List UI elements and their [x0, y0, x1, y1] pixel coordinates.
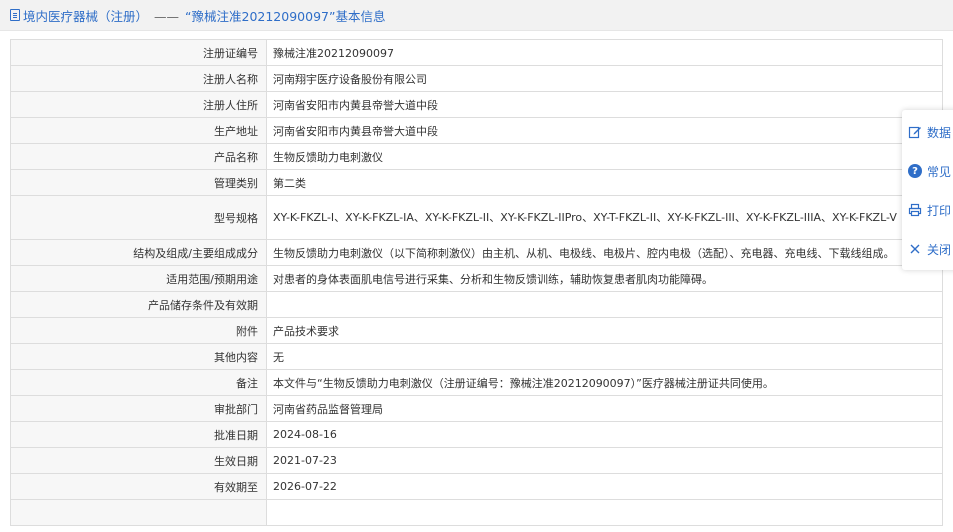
row-value: 2024-08-16 — [266, 421, 943, 448]
row-value: 生物反馈助力电刺激仪（以下简称刺激仪）由主机、从机、电极线、电极片、腔内电极（选… — [266, 239, 943, 266]
table-row: 适用范围/预期用途 对患者的身体表面肌电信号进行采集、分析和生物反馈训练，辅助恢复… — [10, 265, 943, 292]
row-value: 2021-07-23 — [266, 447, 943, 474]
table-row: 生效日期 2021-07-23 — [10, 447, 943, 474]
table-row: 产品名称 生物反馈助力电刺激仪 — [10, 143, 943, 170]
table-row: 产品储存条件及有效期 — [10, 291, 943, 318]
row-label: 管理类别 — [10, 169, 267, 196]
row-value: 生物反馈助力电刺激仪 — [266, 143, 943, 170]
row-value: 河南省安阳市内黄县帝誉大道中段 — [266, 117, 943, 144]
print-button[interactable]: 打印 — [902, 190, 953, 230]
row-label: 结构及组成/主要组成成分 — [10, 239, 267, 266]
table-row: 结构及组成/主要组成成分 生物反馈助力电刺激仪（以下简称刺激仪）由主机、从机、电极… — [10, 239, 943, 266]
table-row: 注册证编号 豫械注准20212090097 — [10, 39, 943, 66]
faq-button[interactable]: ? 常见 — [902, 151, 953, 191]
row-label: 批准日期 — [10, 421, 267, 448]
row-label: 适用范围/预期用途 — [10, 265, 267, 292]
row-label: 备注 — [10, 369, 267, 396]
row-value: 第二类 — [266, 169, 943, 196]
record-title: “豫械注准20212090097”基本信息 — [185, 8, 386, 24]
edit-icon — [908, 125, 922, 139]
table-row: 生产地址 河南省安阳市内黄县帝誉大道中段 — [10, 117, 943, 144]
faq-button-label: 常见 — [927, 164, 952, 179]
row-label: 有效期至 — [10, 473, 267, 500]
table-row: 审批部门 河南省药品监督管理局 — [10, 395, 943, 422]
table-row: 型号规格 XY-K-FKZL-I、XY-K-FKZL-IA、XY-K-FKZL-I… — [10, 195, 943, 240]
row-label: 生产地址 — [10, 117, 267, 144]
row-label: 注册人名称 — [10, 65, 267, 92]
title-separator: —— — [154, 8, 180, 24]
page-header: 境内医疗器械（注册） —— “豫械注准20212090097”基本信息 — [0, 0, 953, 31]
print-button-label: 打印 — [927, 203, 952, 218]
row-value — [266, 499, 943, 526]
table-row: 其他内容无 — [10, 343, 943, 370]
row-value: 本文件与“生物反馈助力电刺激仪（注册证编号：豫械注准20212090097）”医… — [266, 369, 943, 396]
row-value — [266, 291, 943, 318]
row-label: 生效日期 — [10, 447, 267, 474]
row-value: 2026-07-22 — [266, 473, 943, 500]
table-row: 管理类别 第二类 — [10, 169, 943, 196]
page-title: 境内医疗器械（注册） —— “豫械注准20212090097”基本信息 — [23, 6, 385, 25]
row-label: 其他内容 — [10, 343, 267, 370]
floating-toolbar: 数据 ? 常见 打印 关闭 — [902, 110, 953, 270]
row-value: 无 — [266, 343, 943, 370]
close-icon — [908, 242, 922, 256]
row-label: 产品储存条件及有效期 — [10, 291, 267, 318]
help-icon: ? — [908, 164, 922, 178]
document-icon — [10, 9, 20, 21]
print-icon — [908, 203, 922, 217]
row-value: 河南省安阳市内黄县帝誉大道中段 — [266, 91, 943, 118]
table-row: 注册人名称 河南翔宇医疗设备股份有限公司 — [10, 65, 943, 92]
close-button-label: 关闭 — [927, 242, 952, 257]
table-row: 批准日期 2024-08-16 — [10, 421, 943, 448]
row-label: 注册人住所 — [10, 91, 267, 118]
table-row: 备注 本文件与“生物反馈助力电刺激仪（注册证编号：豫械注准20212090097）… — [10, 369, 943, 396]
row-label: 注册证编号 — [10, 39, 267, 66]
close-button[interactable]: 关闭 — [902, 229, 953, 269]
row-label: 审批部门 — [10, 395, 267, 422]
row-value: 河南翔宇医疗设备股份有限公司 — [266, 65, 943, 92]
table-row — [10, 499, 943, 526]
row-value: 产品技术要求 — [266, 317, 943, 344]
data-button-label: 数据 — [927, 125, 952, 140]
row-label: 附件 — [10, 317, 267, 344]
table-row: 注册人住所 河南省安阳市内黄县帝誉大道中段 — [10, 91, 943, 118]
detail-table: 注册证编号 豫械注准20212090097 注册人名称 河南翔宇医疗设备股份有限公司… — [10, 39, 943, 526]
row-value: 对患者的身体表面肌电信号进行采集、分析和生物反馈训练，辅助恢复患者肌肉功能障碍。 — [266, 265, 943, 292]
row-value: 河南省药品监督管理局 — [266, 395, 943, 422]
row-label — [10, 499, 267, 526]
row-label: 型号规格 — [10, 195, 267, 240]
category-label: 境内医疗器械（注册） — [23, 8, 149, 24]
row-value: 豫械注准20212090097 — [266, 39, 943, 66]
data-button[interactable]: 数据 — [902, 112, 953, 152]
row-label: 产品名称 — [10, 143, 267, 170]
table-row: 有效期至 2026-07-22 — [10, 473, 943, 500]
table-row: 附件 产品技术要求 — [10, 317, 943, 344]
row-value: XY-K-FKZL-I、XY-K-FKZL-IA、XY-K-FKZL-II、XY… — [266, 195, 943, 240]
